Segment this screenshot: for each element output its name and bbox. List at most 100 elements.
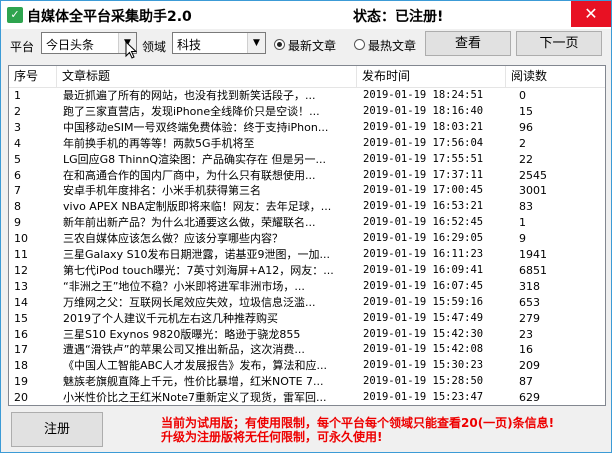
row-reads: 87: [519, 375, 533, 389]
header-no[interactable]: 序号: [9, 66, 57, 87]
table-row[interactable]: 6 在和高通合作的国内厂商中，为什么只有联想使用... 2019-01-19 17:…: [9, 168, 605, 184]
domain-select[interactable]: 科技 ▼: [172, 32, 266, 54]
row-title: 安卓手机年度排名：小米手机获得第三名: [63, 184, 261, 198]
row-date: 2019-01-19 15:42:08: [363, 343, 484, 356]
row-reads: 318: [519, 279, 540, 293]
row-date: 2019-01-19 15:30:23: [363, 359, 484, 372]
mouse-cursor-icon: [125, 41, 137, 59]
row-title: LG回应G8 ThinnQ渲染图：产品确实存在 但是另一...: [63, 152, 327, 166]
row-number: 8: [14, 200, 21, 214]
row-title: 第七代iPod touch曝光：7英寸刘海屏+A12，网友：...: [63, 263, 334, 277]
view-button[interactable]: 查看: [425, 31, 511, 56]
trial-notice-line1: 当前为试用版；有使用限制，每个平台每个领域只能查看20(一页)条信息!: [161, 416, 555, 430]
table-row[interactable]: 7 安卓手机年度排名：小米手机获得第三名 2019-01-19 17:00:45 30…: [9, 183, 605, 199]
table-row[interactable]: 4 年前换手机的再等等！两款5G手机将至 2019-01-19 17:56:04 2: [9, 136, 605, 152]
row-reads: 0: [519, 89, 526, 102]
row-reads: 23: [519, 327, 533, 341]
row-reads: 3001: [519, 184, 547, 198]
close-icon[interactable]: ✕: [571, 1, 611, 27]
row-number: 13: [14, 279, 28, 293]
row-title: 三农自媒体应该怎么做？应该分享哪些内容？: [63, 232, 283, 246]
row-title: 最近抓遍了所有的网站，也没有找到新笑话段子，...: [63, 89, 316, 102]
table-row[interactable]: 10 三农自媒体应该怎么做？应该分享哪些内容？ 2019-01-19 16:29:0…: [9, 231, 605, 247]
radio-latest[interactable]: [274, 39, 285, 50]
row-number: 12: [14, 263, 28, 277]
table-row[interactable]: 5 LG回应G8 ThinnQ渲染图：产品确实存在 但是另一... 2019-01-…: [9, 152, 605, 168]
table-row[interactable]: 9 新年前出新产品？为什么北通要这么做，荣耀联名... 2019-01-19 16:…: [9, 215, 605, 231]
domain-select-value: 科技: [177, 38, 202, 52]
row-date: 2019-01-19 18:16:40: [363, 104, 484, 117]
radio-hottest-label[interactable]: 最热文章: [368, 37, 416, 54]
table-row[interactable]: 15 2019了个人建议千元机左右这几种推荐购买 2019-01-19 15:47:…: [9, 311, 605, 327]
table-row[interactable]: 17 遭遇“滑铁卢”的苹果公司又推出新品，这次消费... 2019-01-19 15…: [9, 342, 605, 358]
row-date: 2019-01-19 16:29:05: [363, 232, 484, 245]
row-number: 19: [14, 375, 28, 389]
register-button[interactable]: 注册: [11, 412, 103, 447]
row-number: 18: [14, 359, 28, 373]
table-row[interactable]: 13 “非洲之王”地位不稳？小米即将进军非洲市场，... 2019-01-19 16…: [9, 279, 605, 295]
row-date: 2019-01-19 15:59:16: [363, 295, 484, 308]
row-number: 4: [14, 136, 21, 150]
row-date: 2019-01-19 15:47:49: [363, 311, 484, 324]
row-reads: 22: [519, 152, 533, 166]
table-row[interactable]: 14 万维网之父：互联网长尾效应失效，垃圾信息泛滥... 2019-01-19 15…: [9, 295, 605, 311]
table-row[interactable]: 3 中国移动eSIM一号双终端免费体验：终于支持iPhon... 2019-01-1…: [9, 120, 605, 136]
next-page-button[interactable]: 下一页: [516, 31, 602, 56]
domain-label: 领域: [142, 40, 167, 54]
chevron-down-icon[interactable]: ▼: [247, 33, 265, 53]
table-row[interactable]: 18 《中国人工智能ABC人才发展报告》发布，算法和应... 2019-01-19 …: [9, 358, 605, 374]
article-table: 序号 文章标题 发布时间 阅读数 1 最近抓遍了所有的网站，也没有找到新笑话段子，…: [8, 65, 606, 406]
row-title: 万维网之父：互联网长尾效应失效，垃圾信息泛滥...: [63, 295, 316, 309]
row-title: 在和高通合作的国内厂商中，为什么只有联想使用...: [63, 168, 316, 182]
table-row[interactable]: 19 魅族老旗舰直降上千元，性价比暴增，红米NOTE 7... 2019-01-19…: [9, 374, 605, 390]
header-reads[interactable]: 阅读数: [506, 66, 605, 87]
row-date: 2019-01-19 17:00:45: [363, 184, 484, 197]
row-number: 16: [14, 327, 28, 341]
platform-select[interactable]: 今日头条 ▼: [41, 32, 137, 54]
row-title: 2019了个人建议千元机左右这几种推荐购买: [63, 311, 278, 325]
row-date: 2019-01-19 17:55:51: [363, 152, 484, 165]
table-row[interactable]: 11 三星Galaxy S10发布日期泄露，诺基亚9泄图，一加... 2019-01…: [9, 247, 605, 263]
row-title: 跑了三家直营店，发现iPhone全线降价只是空谈！...: [63, 104, 320, 118]
row-date: 2019-01-19 16:52:45: [363, 216, 484, 229]
row-title: 三星Galaxy S10发布日期泄露，诺基亚9泄图，一加...: [63, 248, 331, 261]
trial-notice-line2: 升级为注册版将无任何限制，可永久使用!: [161, 430, 383, 444]
table-row[interactable]: 2 跑了三家直营店，发现iPhone全线降价只是空谈！... 2019-01-19 …: [9, 104, 605, 120]
table-row[interactable]: 8 vivo APEX NBA定制版即将来临！网友：去年足球，... 2019-01…: [9, 199, 605, 215]
row-date: 2019-01-19 17:56:04: [363, 136, 484, 149]
header-date[interactable]: 发布时间: [357, 66, 506, 87]
row-number: 9: [14, 216, 21, 230]
header-title[interactable]: 文章标题: [57, 66, 357, 87]
table-row[interactable]: 16 三星S10 Exynos 9820版曝光：略逊于骁龙855 2019-01-1…: [9, 327, 605, 343]
row-number: 11: [14, 248, 28, 261]
row-reads: 2545: [519, 168, 547, 182]
radio-hottest[interactable]: [354, 39, 365, 50]
row-title: 年前换手机的再等等！两款5G手机将至: [63, 136, 255, 150]
radio-latest-label[interactable]: 最新文章: [288, 37, 336, 54]
row-title: 中国移动eSIM一号双终端免费体验：终于支持iPhon...: [63, 120, 329, 134]
row-date: 2019-01-19 16:09:41: [363, 263, 484, 276]
row-reads: 15: [519, 104, 533, 118]
row-reads: 653: [519, 295, 540, 309]
row-number: 5: [14, 152, 21, 166]
row-date: 2019-01-19 16:11:23: [363, 248, 484, 260]
row-reads: 16: [519, 343, 533, 357]
table-row[interactable]: 20 小米性价比之王红米Note7重新定义了现货，雷军回... 2019-01-19…: [9, 390, 605, 405]
row-reads: 1: [519, 216, 526, 230]
table-row[interactable]: 1 最近抓遍了所有的网站，也没有找到新笑话段子，... 2019-01-19 18:…: [9, 88, 605, 104]
row-number: 7: [14, 184, 21, 198]
row-reads: 2: [519, 136, 526, 150]
row-number: 20: [14, 391, 28, 405]
row-date: 2019-01-19 18:03:21: [363, 120, 484, 133]
table-row[interactable]: 12 第七代iPod touch曝光：7英寸刘海屏+A12，网友：... 2019-…: [9, 263, 605, 279]
app-logo-icon: ✓: [7, 7, 23, 23]
platform-select-value: 今日头条: [46, 38, 95, 52]
row-reads: 96: [519, 120, 533, 134]
row-reads: 279: [519, 311, 540, 325]
row-title: “非洲之王”地位不稳？小米即将进军非洲市场，...: [63, 279, 305, 293]
row-number: 10: [14, 232, 28, 246]
row-date: 2019-01-19 18:24:51: [363, 89, 484, 101]
bottom-bar: 注册 当前为试用版；有使用限制，每个平台每个领域只能查看20(一页)条信息! 升…: [1, 407, 611, 452]
row-date: 2019-01-19 16:07:45: [363, 279, 484, 292]
row-title: 三星S10 Exynos 9820版曝光：略逊于骁龙855: [63, 327, 301, 341]
